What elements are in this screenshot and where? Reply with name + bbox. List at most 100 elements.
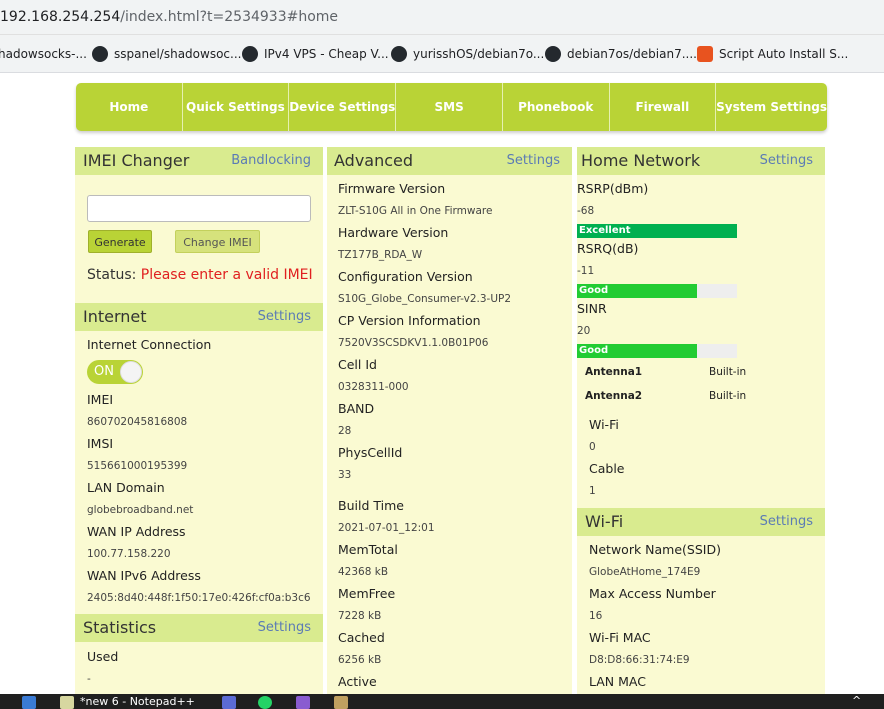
- internet-header: Internet Settings: [75, 303, 323, 331]
- rsrp-quality: Excellent: [579, 225, 631, 236]
- antenna2-value: Built-in: [709, 390, 747, 402]
- app-icon[interactable]: [334, 696, 348, 709]
- nav-device-settings[interactable]: Device Settings: [289, 83, 397, 131]
- advanced-header: Advanced Settings: [327, 147, 572, 175]
- field-label: Wi-Fi MAC: [589, 630, 651, 645]
- field-value: 515661000195399: [87, 460, 188, 472]
- change-imei-button[interactable]: Change IMEI: [175, 230, 260, 253]
- panel-title: Statistics: [83, 618, 157, 637]
- whatsapp-icon[interactable]: [258, 696, 272, 709]
- field-label: Active: [338, 674, 377, 689]
- cable-clients-label: Cable: [589, 461, 625, 476]
- nav-home[interactable]: Home: [76, 83, 183, 131]
- bookmark-item[interactable]: hadowsocks-...: [0, 45, 87, 63]
- field-value: 2405:8d40:448f:1f50:17e0:426f:cf0a:b3c6: [87, 592, 311, 604]
- visual-studio-icon[interactable]: [296, 696, 310, 709]
- antenna1-label: Antenna1: [585, 366, 643, 378]
- home-network-header: Home Network Settings: [577, 147, 825, 175]
- nav-sms[interactable]: SMS: [396, 83, 503, 131]
- chevron-up-icon[interactable]: ^: [852, 694, 861, 707]
- internet-connection-label: Internet Connection: [87, 337, 212, 352]
- statistics-header: Statistics Settings: [75, 614, 323, 642]
- sinr-value: 20: [577, 325, 591, 337]
- field-value: GlobeAtHome_174E9: [589, 566, 701, 578]
- blogger-icon: [697, 46, 713, 62]
- left-column: IMEI Changer Bandlocking Generate Change…: [75, 147, 323, 694]
- generate-button[interactable]: Generate: [88, 230, 152, 253]
- wifi-header: Wi-Fi Settings: [577, 508, 825, 536]
- field-value: 16: [589, 610, 603, 622]
- field-label: LAN MAC: [589, 674, 646, 689]
- field-value: 0328311-000: [338, 381, 409, 393]
- status-message: Please enter a valid IMEI: [140, 267, 313, 283]
- cable-clients-value: 1: [589, 485, 596, 497]
- rsrp-bar: Excellent: [577, 224, 737, 238]
- bookmark-label: Script Auto Install S...: [719, 47, 849, 61]
- field-label: MemFree: [338, 586, 396, 601]
- field-label: MemTotal: [338, 542, 398, 557]
- internet-connection-toggle[interactable]: ON: [87, 360, 143, 384]
- advanced-settings-link[interactable]: Settings: [507, 153, 560, 168]
- toggle-knob: [120, 361, 142, 383]
- github-icon: [92, 46, 108, 62]
- field-label: Hardware Version: [338, 225, 449, 240]
- bookmark-label: yurisshOS/debian7o...: [413, 47, 545, 61]
- antenna1-value: Built-in: [709, 366, 747, 378]
- field-label: WAN IPv6 Address: [87, 568, 201, 583]
- field-value: 42368 kB: [338, 566, 389, 578]
- field-label: Configuration Version: [338, 269, 473, 284]
- imei-changer-header: IMEI Changer Bandlocking: [75, 147, 323, 175]
- notepad-icon[interactable]: [60, 696, 74, 709]
- url-path: /index.html?t=2534933#home: [120, 9, 339, 25]
- app-icon[interactable]: [222, 696, 236, 709]
- windows-icon[interactable]: [22, 696, 36, 709]
- sinr-quality: Good: [579, 345, 609, 356]
- field-label: WAN IP Address: [87, 524, 186, 539]
- nav-phonebook[interactable]: Phonebook: [503, 83, 610, 131]
- field-value: 7228 kB: [338, 610, 382, 622]
- bookmark-label: hadowsocks-...: [0, 47, 87, 61]
- nav-firewall[interactable]: Firewall: [610, 83, 717, 131]
- nav-system-settings[interactable]: System Settings: [716, 83, 827, 131]
- bookmark-item[interactable]: debian7os/debian7....: [545, 45, 697, 63]
- wifi-clients-value: 0: [589, 441, 596, 453]
- imei-status: Status: Please enter a valid IMEI: [87, 267, 313, 283]
- nav-quick-settings[interactable]: Quick Settings: [183, 83, 290, 131]
- field-value: 860702045816808: [87, 416, 188, 428]
- field-label: Max Access Number: [589, 586, 716, 601]
- used-label: Used: [87, 649, 119, 664]
- field-value: D8:D8:66:31:74:E9: [589, 654, 690, 666]
- bookmark-label: sspanel/shadowsoc...: [114, 47, 242, 61]
- right-column: Home Network Settings RSRP(dBm) -68 Exce…: [577, 147, 825, 694]
- field-label: BAND: [338, 401, 375, 416]
- antenna2-label: Antenna2: [585, 390, 643, 402]
- router-page: Home Quick Settings Device Settings SMS …: [0, 74, 884, 694]
- panel-title: IMEI Changer: [83, 151, 190, 170]
- field-value: TZ177B_RDA_W: [338, 249, 423, 261]
- bookmark-item[interactable]: sspanel/shadowsoc...: [92, 45, 241, 63]
- main-nav: Home Quick Settings Device Settings SMS …: [76, 83, 827, 131]
- github-icon: [242, 46, 258, 62]
- field-value: 33: [338, 469, 352, 481]
- bandlocking-link[interactable]: Bandlocking: [231, 153, 311, 168]
- field-value: globebroadband.net: [87, 504, 194, 516]
- field-label: Cell Id: [338, 357, 377, 372]
- taskbar-window-title[interactable]: *new 6 - Notepad++: [80, 695, 195, 708]
- statistics-settings-link[interactable]: Settings: [258, 620, 311, 635]
- internet-settings-link[interactable]: Settings: [258, 309, 311, 324]
- home-network-settings-link[interactable]: Settings: [760, 153, 813, 168]
- bookmarks-bar: hadowsocks-... sspanel/shadowsoc... IPv4…: [0, 35, 884, 73]
- imei-input[interactable]: [87, 195, 311, 222]
- bookmark-label: debian7os/debian7....: [567, 47, 697, 61]
- panel-title: Wi-Fi: [585, 512, 624, 531]
- bookmark-item[interactable]: yurisshOS/debian7o...: [391, 45, 544, 63]
- wifi-settings-link[interactable]: Settings: [760, 514, 813, 529]
- field-value: 100.77.158.220: [87, 548, 171, 560]
- field-value: ZLT-S10G All in One Firmware: [338, 205, 493, 217]
- bookmark-label: IPv4 VPS - Cheap V...: [264, 47, 389, 61]
- bookmark-item[interactable]: IPv4 VPS - Cheap V...: [242, 45, 389, 63]
- bookmark-item[interactable]: Script Auto Install S...: [697, 45, 848, 63]
- address-bar[interactable]: 192.168.254.254/index.html?t=2534933#hom…: [0, 0, 884, 35]
- used-value: -: [87, 673, 91, 685]
- field-value: 7520V3SCSDKV1.1.0B01P06: [338, 337, 489, 349]
